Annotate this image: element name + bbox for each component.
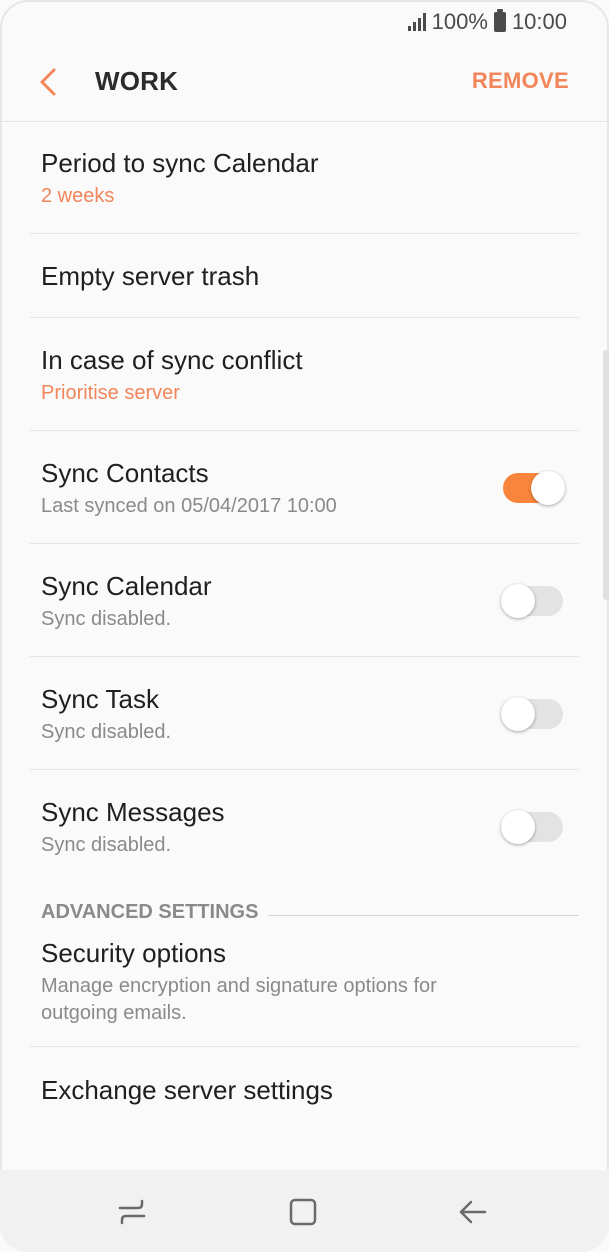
remove-button[interactable]: REMOVE <box>472 68 569 94</box>
device-screen: 100% 10:00 WORK REMOVE Period to sync Ca… <box>0 0 609 1252</box>
sync-calendar-toggle[interactable] <box>501 584 565 618</box>
setting-empty-server-trash[interactable]: Empty server trash <box>30 234 579 318</box>
setting-label: Sync Messages <box>41 797 225 827</box>
setting-sync-contacts[interactable]: Sync Contacts Last synced on 05/04/2017 … <box>30 431 579 544</box>
toggle-thumb <box>501 584 535 618</box>
nav-back-button[interactable] <box>453 1192 493 1232</box>
back-arrow-icon <box>459 1200 487 1224</box>
setting-sync-task[interactable]: Sync Task Sync disabled. <box>30 657 579 770</box>
recent-apps-button[interactable] <box>112 1192 152 1232</box>
status-bar: 100% 10:00 <box>0 0 609 44</box>
setting-security-options[interactable]: Security options Manage encryption and s… <box>30 937 579 1047</box>
setting-period-sync-calendar[interactable]: Period to sync Calendar 2 weeks <box>30 121 579 234</box>
section-header-label: ADVANCED SETTINGS <box>41 901 269 924</box>
setting-status: Last synced on 05/04/2017 10:00 <box>41 495 337 517</box>
setting-exchange-server-settings[interactable]: Exchange server settings <box>30 1047 579 1117</box>
setting-value: Prioritise server <box>41 382 180 404</box>
setting-status: Sync disabled. <box>41 608 172 630</box>
status-time: 10:00 <box>511 9 567 34</box>
back-button[interactable] <box>28 62 68 102</box>
app-bar: WORK REMOVE <box>0 44 609 122</box>
setting-label: In case of sync conflict <box>41 345 303 375</box>
setting-sync-conflict[interactable]: In case of sync conflict Prioritise serv… <box>30 318 579 431</box>
home-button[interactable] <box>283 1192 323 1232</box>
setting-label: Security options <box>41 938 226 968</box>
sync-contacts-toggle[interactable] <box>501 471 565 505</box>
setting-status: Sync disabled. <box>41 721 172 743</box>
setting-sync-messages[interactable]: Sync Messages Sync disabled. <box>30 770 579 883</box>
setting-sync-calendar[interactable]: Sync Calendar Sync disabled. <box>30 544 579 657</box>
setting-label: Period to sync Calendar <box>41 148 319 178</box>
toggle-thumb <box>501 697 535 731</box>
signal-icon <box>407 13 426 31</box>
setting-label: Sync Calendar <box>41 571 212 601</box>
home-icon <box>289 1198 317 1226</box>
page-title: WORK <box>95 66 179 96</box>
setting-label: Exchange server settings <box>41 1075 333 1105</box>
settings-list: Period to sync Calendar 2 weeks Empty se… <box>0 121 609 1117</box>
setting-value: 2 weeks <box>41 185 115 207</box>
navigation-bar <box>0 1170 609 1252</box>
setting-description: Manage encryption and signature options … <box>41 975 437 1024</box>
advanced-settings-header: ADVANCED SETTINGS <box>30 883 579 937</box>
battery-percent: 100% <box>431 9 488 34</box>
toggle-thumb <box>531 471 565 505</box>
setting-label: Empty server trash <box>41 261 260 291</box>
back-chevron-icon <box>40 68 56 96</box>
sync-task-toggle[interactable] <box>501 697 565 731</box>
status-indicators: 100% 10:00 <box>407 9 567 35</box>
setting-label: Sync Contacts <box>41 458 209 488</box>
sync-messages-toggle[interactable] <box>501 810 565 844</box>
toggle-thumb <box>501 810 535 844</box>
setting-label: Sync Task <box>41 684 160 714</box>
setting-status: Sync disabled. <box>41 834 172 856</box>
recent-apps-icon <box>118 1199 146 1225</box>
battery-icon <box>493 9 506 32</box>
section-divider <box>255 915 579 916</box>
